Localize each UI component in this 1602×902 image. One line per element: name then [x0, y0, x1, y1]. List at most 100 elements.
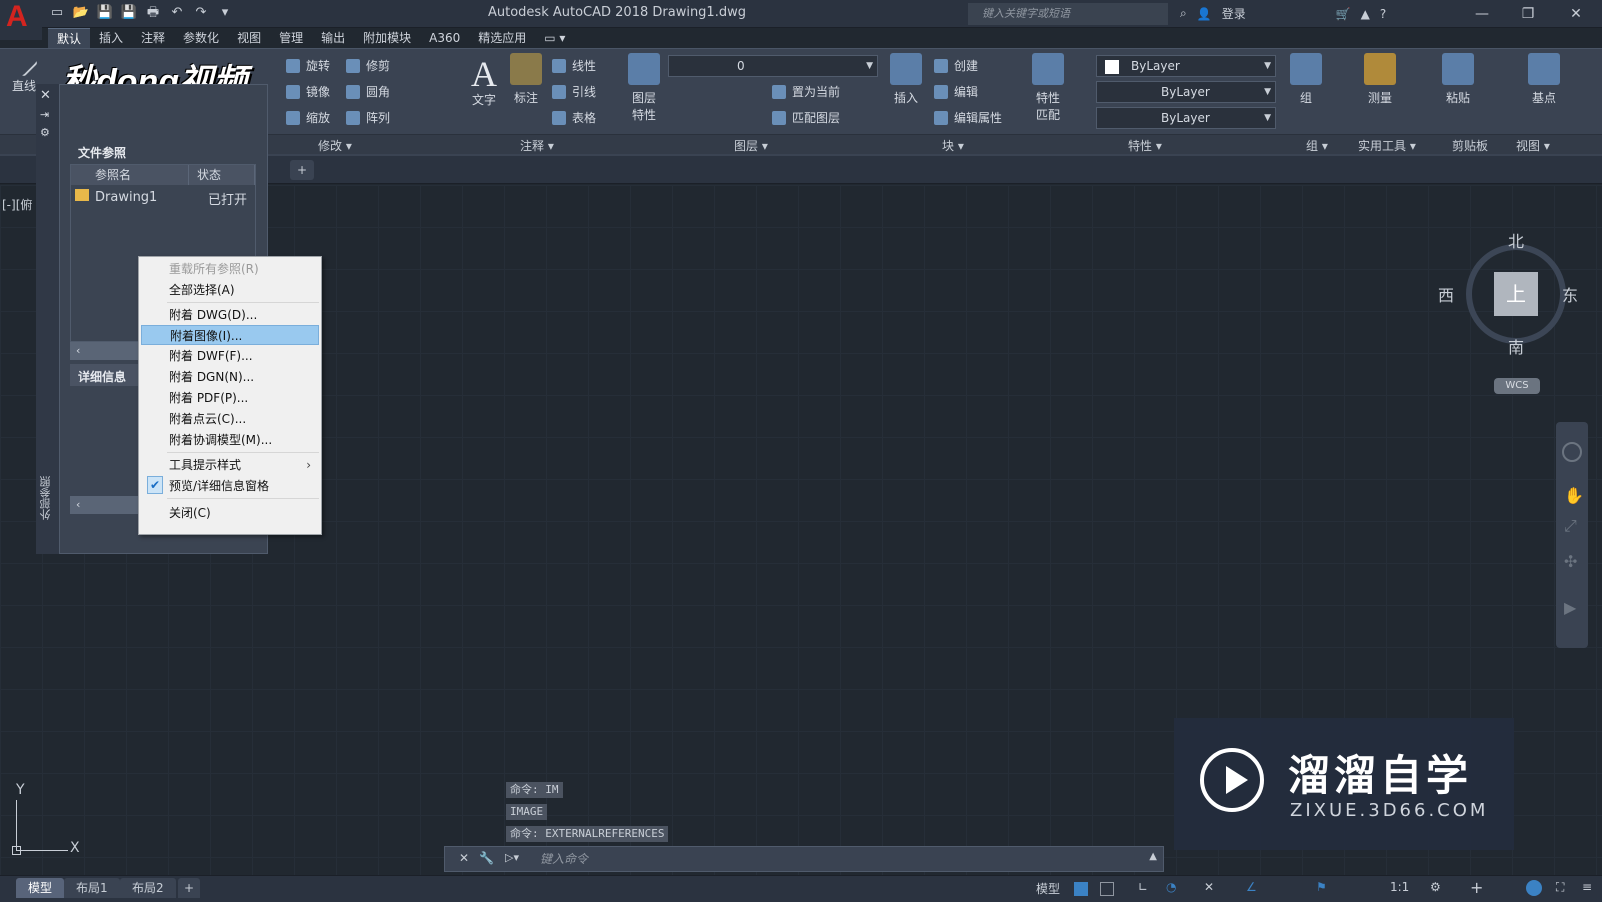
otrack-icon[interactable]: ∠ — [1246, 880, 1257, 894]
palette-properties-icon[interactable]: ⚙ — [40, 126, 50, 139]
search-input[interactable]: 键入关键字或短语 — [968, 3, 1168, 25]
command-customize-icon[interactable]: 🔧 — [479, 851, 494, 865]
panel-title-layers[interactable]: 图层 ▾ — [734, 137, 768, 154]
panel-title-modify[interactable]: 修改 ▾ — [318, 137, 352, 154]
ribbon-display-toggle[interactable]: ▭ ▾ — [535, 28, 574, 48]
tab-insert[interactable]: 插入 — [90, 28, 132, 48]
tab-annotate[interactable]: 注释 — [132, 28, 174, 48]
rotate-button[interactable]: 旋转 — [286, 57, 330, 74]
help-icon[interactable]: ? — [1380, 7, 1386, 21]
match-properties-button[interactable]: 特性 匹配 — [1030, 53, 1066, 123]
table-button[interactable]: 表格 — [552, 109, 596, 126]
scale-button[interactable]: 缩放 — [286, 109, 330, 126]
command-close-icon[interactable]: ✕ — [459, 851, 469, 865]
array-button[interactable]: 阵列 — [346, 109, 390, 126]
table-row[interactable]: Drawing1 已打开 — [71, 185, 255, 208]
customize-qat-icon[interactable]: ▾ — [216, 4, 234, 22]
model-space-button[interactable]: 模型 — [1036, 880, 1060, 897]
menu-close[interactable]: 关闭(C) — [141, 503, 319, 523]
polar-icon[interactable]: ◔ — [1166, 880, 1176, 894]
menu-select-all[interactable]: 全部选择(A) — [141, 280, 319, 300]
leader-button[interactable]: 引线 — [552, 83, 596, 100]
viewcube-top-face[interactable]: 上 — [1494, 272, 1538, 316]
tab-parametric[interactable]: 参数化 — [174, 28, 228, 48]
menu-attach-dwf[interactable]: 附着 DWF(F)... — [141, 346, 319, 366]
orbit-icon[interactable]: ✣ — [1564, 552, 1577, 571]
save-as-icon[interactable]: 💾 — [120, 4, 138, 22]
panel-title-block[interactable]: 块 ▾ — [942, 137, 964, 154]
panel-title-annotation[interactable]: 注释 ▾ — [520, 137, 554, 154]
mirror-button[interactable]: 镜像 — [286, 83, 330, 100]
tab-view[interactable]: 视图 — [228, 28, 270, 48]
close-button[interactable]: ✕ — [1556, 3, 1596, 25]
grid-icon[interactable] — [1074, 882, 1088, 896]
viewcube[interactable]: 上 北 南 西 东 — [1438, 232, 1580, 362]
palette-close-icon[interactable]: ✕ — [40, 88, 51, 103]
lineweight-dropdown[interactable]: ByLayer ▼ — [1096, 107, 1276, 129]
tab-manage[interactable]: 管理 — [270, 28, 312, 48]
menu-reload-all[interactable]: 重载所有参照(R) — [141, 259, 319, 279]
menu-preview-details-pane[interactable]: ✔ 预览/详细信息窗格 — [141, 476, 319, 496]
menu-attach-dgn[interactable]: 附着 DGN(N)... — [141, 367, 319, 387]
palette-autohide-icon[interactable]: ⇥ — [40, 108, 49, 121]
cart-icon[interactable]: 🛒 — [1336, 7, 1351, 21]
annotation-visibility-icon[interactable]: ⚑ — [1316, 880, 1327, 894]
panel-title-groups[interactable]: 组 ▾ — [1306, 137, 1328, 154]
annotation-scale-icon[interactable]: 1:1 — [1390, 880, 1409, 894]
menu-attach-coordination-model[interactable]: 附着协调模型(M)... — [141, 430, 319, 450]
linetype-dropdown[interactable]: ByLayer ▼ — [1096, 81, 1276, 103]
dimension-button[interactable]: 标注 — [508, 53, 544, 106]
menu-attach-dwg[interactable]: 附着 DWG(D)... — [141, 305, 319, 325]
match-layer-button[interactable]: 匹配图层 — [772, 109, 840, 126]
pan-icon[interactable]: ✋ — [1564, 486, 1584, 505]
viewport-controls[interactable]: [-][俯 — [2, 196, 32, 213]
text-button[interactable]: A 文字 — [466, 53, 502, 108]
col-status[interactable]: 状态 — [189, 165, 255, 185]
tab-layout2[interactable]: 布局2 — [120, 878, 176, 898]
isolate-objects-icon[interactable] — [1526, 880, 1542, 896]
panel-title-properties[interactable]: 特性 ▾ — [1128, 137, 1162, 154]
compass-east[interactable]: 东 — [1562, 282, 1578, 306]
menu-tooltip-style[interactable]: 工具提示样式 › — [141, 455, 319, 475]
tab-a360[interactable]: A360 — [420, 28, 469, 48]
menu-attach-point-cloud[interactable]: 附着点云(C)... — [141, 409, 319, 429]
add-layout-button[interactable]: + — [178, 878, 201, 898]
panel-title-clipboard[interactable]: 剪贴板 — [1452, 137, 1488, 154]
snap-icon[interactable] — [1100, 882, 1114, 896]
col-reference-name[interactable]: 参照名 — [71, 165, 189, 185]
menu-attach-image[interactable]: 附着图像(I)... — [141, 325, 319, 345]
command-expand-icon[interactable]: ▲ — [1149, 851, 1157, 862]
create-block-button[interactable]: 创建 — [934, 57, 978, 74]
binoculars-icon[interactable]: ⌕ — [1180, 6, 1187, 21]
new-tab-icon[interactable]: + — [290, 160, 314, 180]
insert-block-button[interactable]: 插入 — [888, 53, 924, 106]
minimize-button[interactable]: — — [1462, 3, 1502, 25]
zoom-extents-icon[interactable]: ⤢ — [1564, 516, 1577, 536]
panel-title-utilities[interactable]: 实用工具 ▾ — [1358, 137, 1416, 154]
compass-south[interactable]: 南 — [1508, 334, 1524, 358]
restore-button[interactable]: ❐ — [1508, 3, 1548, 25]
open-file-icon[interactable]: 📂 — [72, 4, 90, 22]
showmotion-icon[interactable]: ▶ — [1564, 598, 1576, 617]
edit-block-button[interactable]: 编辑 — [934, 83, 978, 100]
print-icon[interactable]: 🖶 — [144, 4, 162, 22]
application-menu-button[interactable]: A — [0, 0, 42, 40]
fillet-button[interactable]: 圆角 — [346, 83, 390, 100]
settings-icon[interactable]: ⚙ — [1430, 880, 1441, 894]
new-file-icon[interactable]: ▭ — [48, 4, 66, 22]
command-input[interactable]: 键入命令 — [540, 850, 588, 867]
steering-wheel-icon[interactable] — [1562, 442, 1582, 462]
set-current-button[interactable]: 置为当前 — [772, 83, 840, 100]
tab-layout1[interactable]: 布局1 — [64, 878, 120, 898]
redo-icon[interactable]: ↷ — [192, 4, 210, 22]
linear-button[interactable]: 线性 — [552, 57, 596, 74]
tab-model[interactable]: 模型 — [16, 878, 65, 898]
a360-icon[interactable]: ▲ — [1361, 7, 1370, 21]
undo-icon[interactable]: ↶ — [168, 4, 186, 22]
tab-addins[interactable]: 附加模块 — [354, 28, 420, 48]
base-view-button[interactable]: 基点 — [1526, 53, 1562, 106]
customize-statusbar-icon[interactable]: ≡ — [1582, 880, 1592, 894]
save-icon[interactable]: 💾 — [96, 4, 114, 22]
compass-west[interactable]: 西 — [1438, 282, 1454, 306]
osnap-icon[interactable]: ✕ — [1204, 880, 1214, 894]
